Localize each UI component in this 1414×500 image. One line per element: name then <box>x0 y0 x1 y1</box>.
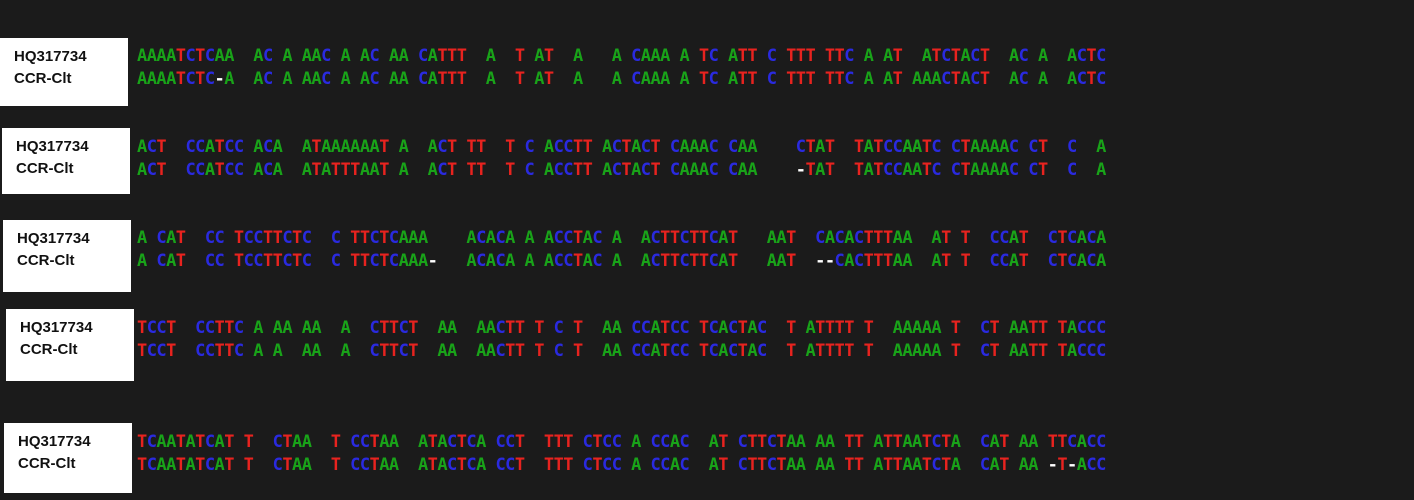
sequence-label-box: HQ317734 CCR-Clt <box>6 309 134 381</box>
sequence-row: AAAATCTC-A AC A AAC A AC AA CATTT A T AT… <box>137 69 1106 89</box>
sequence-name-1: HQ317734 <box>17 230 90 247</box>
sequence-row: TCAATATCAT T CTAA T CCTAA ATACTCA CCT TT… <box>137 432 1106 452</box>
sequence-row: AAAATCTCAA AC A AAC A AC AA CATTT A T AT… <box>137 46 1106 66</box>
sequence-row: TCAATATCAT T CTAA T CCTAA ATACTCA CCT TT… <box>137 455 1106 475</box>
sequence-label-box: HQ317734 CCR-Clt <box>3 220 131 292</box>
sequence-row: TCCT CCTTC A A AA A CTTCT AA AACTT T C T… <box>137 341 1106 361</box>
sequence-label-box: HQ317734 CCR-Clt <box>2 128 130 194</box>
sequence-name-2: CCR-Clt <box>17 252 75 269</box>
sequence-row: ACT CCATCC ACA ATATTTAAT A ACT TT T C AC… <box>137 160 1106 180</box>
sequence-name-2: CCR-Clt <box>16 160 74 177</box>
sequence-name-1: HQ317734 <box>14 48 87 65</box>
sequence-name-1: HQ317734 <box>18 433 91 450</box>
sequence-name-1: HQ317734 <box>20 319 93 336</box>
sequence-label-box: HQ317734 CCR-Clt <box>4 423 132 493</box>
sequence-name-1: HQ317734 <box>16 138 89 155</box>
sequence-name-2: CCR-Clt <box>20 341 78 358</box>
sequence-row: TCCT CCTTC A AA AA A CTTCT AA AACTT T C … <box>137 318 1106 338</box>
sequence-row: ACT CCATCC ACA ATAAAAAAT A ACT TT T C AC… <box>137 137 1106 157</box>
sequence-row: A CAT CC TCCTTCTC C TTCTCAAA- ACACA A AC… <box>137 251 1106 271</box>
sequence-name-2: CCR-Clt <box>14 70 72 87</box>
sequence-name-2: CCR-Clt <box>18 455 76 472</box>
sequence-row: A CAT CC TCCTTCTC C TTCTCAAA ACACA A ACC… <box>137 228 1106 248</box>
sequence-label-box: HQ317734 CCR-Clt <box>0 38 128 106</box>
